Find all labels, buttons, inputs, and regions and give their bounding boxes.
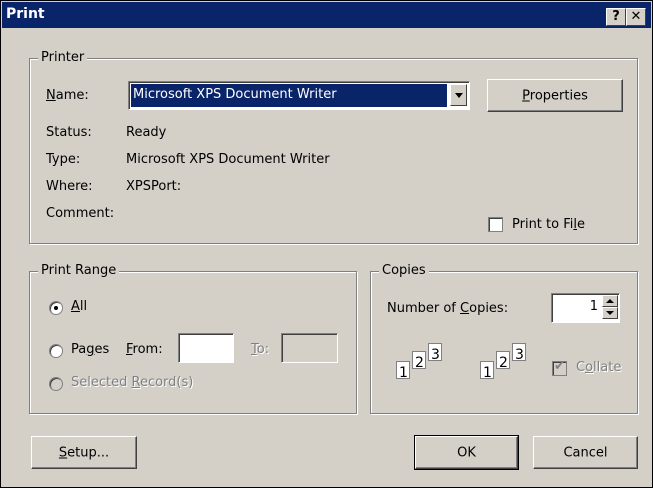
close-icon: ✕ xyxy=(630,9,642,24)
collate-illustration-1: 3 2 1 xyxy=(388,341,464,391)
page-icon-2: 2 xyxy=(412,351,426,371)
printer-name-select[interactable]: Microsoft XPS Document Writer xyxy=(128,81,470,110)
printer-legend: Printer xyxy=(38,50,88,65)
collate-illustration-2: 3 2 1 xyxy=(472,341,548,391)
spin-up-button[interactable] xyxy=(602,295,618,307)
page-icon-1: 1 xyxy=(480,361,494,381)
type-label: Type: xyxy=(46,152,81,167)
properties-label: Properties xyxy=(522,88,588,103)
all-radio[interactable] xyxy=(49,301,63,315)
collate-checkbox[interactable]: ✔ xyxy=(552,359,567,376)
from-label: From: xyxy=(126,342,163,357)
printer-dropdown-button[interactable] xyxy=(450,84,467,106)
cancel-button[interactable]: Cancel xyxy=(533,436,638,469)
where-value: XPSPort: xyxy=(126,179,182,194)
page-icon-1: 1 xyxy=(396,361,410,381)
radio-selected-dot xyxy=(54,306,58,310)
print-dialog: Print ? ✕ Printer Name: Microsoft XPS Do… xyxy=(0,0,653,488)
where-label: Where: xyxy=(46,179,93,194)
help-button[interactable]: ? xyxy=(606,8,626,26)
properties-button[interactable]: Properties xyxy=(487,79,623,112)
type-value: Microsoft XPS Document Writer xyxy=(126,152,330,167)
page-icon-3: 3 xyxy=(428,343,442,363)
page-icon-3: 3 xyxy=(512,343,526,363)
selected-records-label[interactable]: Selected Record(s) xyxy=(71,375,193,390)
copies-value: 1 xyxy=(589,299,598,314)
page-icon-2: 2 xyxy=(496,351,510,371)
to-label: To: xyxy=(251,342,270,357)
chevron-down-icon xyxy=(606,311,614,315)
title-bar[interactable]: Print ? ✕ xyxy=(2,2,651,28)
pages-radio[interactable] xyxy=(49,344,63,358)
print-to-file-checkbox[interactable] xyxy=(488,217,503,232)
ok-label: OK xyxy=(457,445,476,460)
status-value: Ready xyxy=(126,125,167,140)
collate-label[interactable]: Collate xyxy=(576,360,621,375)
copies-spinner[interactable]: 1 xyxy=(551,293,620,323)
setup-label: Setup... xyxy=(58,445,110,460)
setup-button[interactable]: Setup... xyxy=(31,436,137,469)
print-range-legend: Print Range xyxy=(38,263,120,278)
help-icon: ? xyxy=(612,9,620,24)
checkmark-icon: ✔ xyxy=(554,359,565,374)
ok-button[interactable]: OK xyxy=(414,435,519,470)
printer-name-label: Name: xyxy=(46,88,89,103)
window-title: Print xyxy=(6,6,45,22)
close-button[interactable]: ✕ xyxy=(626,8,646,26)
cancel-label: Cancel xyxy=(563,445,608,460)
all-radio-label[interactable]: All xyxy=(71,299,87,314)
copies-legend: Copies xyxy=(379,263,429,278)
printer-name-value: Microsoft XPS Document Writer xyxy=(131,84,447,107)
to-input[interactable] xyxy=(281,333,338,363)
spin-down-button[interactable] xyxy=(602,307,618,319)
selected-records-radio[interactable] xyxy=(49,377,63,391)
from-input[interactable] xyxy=(178,333,234,363)
chevron-up-icon xyxy=(606,299,614,303)
number-of-copies-label: Number of Copies: xyxy=(387,301,509,316)
comment-label: Comment: xyxy=(46,206,115,221)
chevron-down-icon xyxy=(455,93,463,98)
pages-radio-label[interactable]: Pages xyxy=(71,342,109,357)
status-label: Status: xyxy=(46,125,92,140)
print-to-file-label[interactable]: Print to File xyxy=(512,217,585,232)
